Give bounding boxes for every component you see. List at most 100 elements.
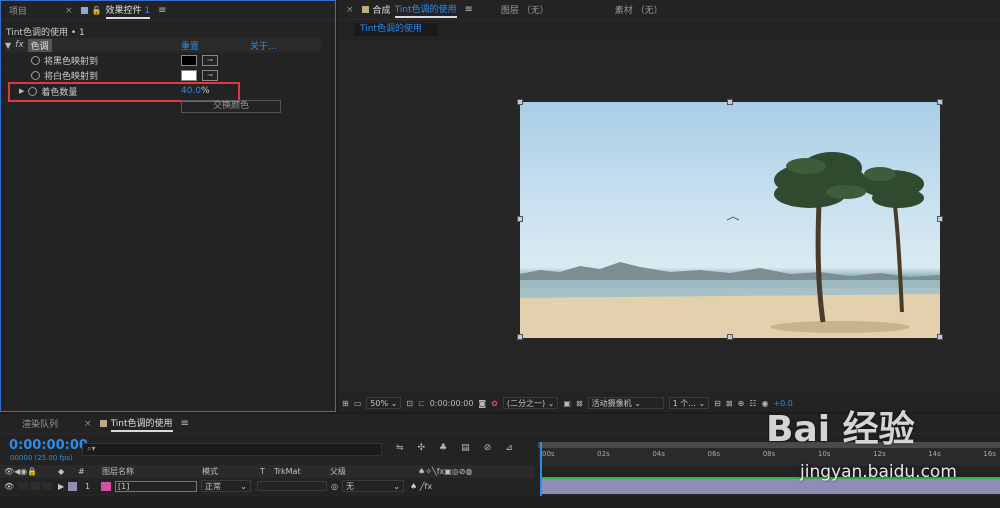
composition-panel: × 合成 Tint色调的使用 ≡ 图层 （无） 素材 （无） Tint色调的使用 [338, 0, 1000, 412]
reset-link[interactable]: 重置 [181, 39, 199, 52]
motion-blur-icon[interactable]: ⊘ [484, 443, 492, 453]
collapse-triangle-icon[interactable]: ▼ [5, 41, 11, 50]
camera-icon[interactable]: ◙ [478, 396, 486, 410]
tab-composition[interactable]: 合成 Tint色调的使用 [354, 0, 465, 20]
views-value: 1 个... [672, 398, 696, 408]
timeline-search-input[interactable]: ⌕▾ [82, 443, 382, 456]
ruler-label: 02s [597, 450, 610, 458]
panel-menu-icon[interactable]: ≡ [465, 4, 473, 15]
resize-handle[interactable] [517, 334, 523, 340]
color-channels-icon[interactable]: ✿ [491, 396, 498, 410]
col-t: T [260, 467, 265, 476]
visibility-icon[interactable]: 👁 [0, 482, 18, 491]
resolution-value: (二分之一) [506, 398, 546, 408]
resize-handle[interactable] [517, 99, 523, 105]
timeline-scrollbar[interactable] [0, 496, 1000, 508]
mask-icon[interactable]: ⊏ [418, 396, 425, 410]
tab-layer[interactable]: 图层 （无） [493, 0, 557, 20]
swap-colors-button[interactable]: 交换颜色 [181, 100, 281, 113]
layer-column-headers: 👁◀◉🔒 ◆ # 图层名称 模式 T TrkMat 父级 ♠✧╲fx▣◎⊘◍ [0, 465, 535, 478]
effect-controls-panel: 项目 × 🔓 效果控件 1 ≡ Tint色调的使用 • 1 ▼ fx 色调 重置… [0, 0, 336, 412]
resize-handle[interactable] [937, 216, 943, 222]
comp-subtab[interactable]: Tint色调的使用 [354, 23, 438, 36]
camera-select[interactable]: 活动摄像机 ⌄ [587, 397, 664, 409]
effect-header-row: ▼ fx 色调 重置 关于... [5, 38, 321, 53]
color-swatch-icon [99, 420, 107, 427]
highlight-box [8, 82, 240, 102]
frame-blend-icon[interactable]: ▤ [461, 443, 470, 453]
stopwatch-icon[interactable] [31, 55, 40, 65]
tab-render-label: 渲染队列 [22, 420, 59, 430]
close-icon[interactable]: × [84, 419, 92, 429]
fx-toggle[interactable]: fx [15, 40, 24, 50]
switches-icons: ♠✧╲fx▣◎⊘◍ [418, 467, 473, 476]
panel-menu-icon[interactable]: ≡ [158, 5, 166, 16]
tab-render-queue[interactable]: 渲染队列 [14, 414, 66, 434]
color-swatch-black[interactable] [181, 54, 197, 66]
expand-triangle-icon[interactable]: ▶ [58, 482, 68, 491]
pickwhip-icon[interactable]: ◎ [331, 482, 338, 491]
fast-preview-icon[interactable]: ⊕ [738, 396, 745, 410]
current-timecode[interactable]: 0:00:00:00 [9, 438, 88, 453]
effect-name[interactable]: 色调 [27, 38, 52, 52]
toggle-icon[interactable]: ⊟ [714, 396, 721, 410]
tab-footage[interactable]: 素材 （无） [607, 0, 671, 20]
zoom-select[interactable]: 50% ⌄ [366, 397, 402, 409]
lock-toggle[interactable] [42, 482, 52, 490]
parent-select[interactable]: 无 ⌄ [341, 480, 404, 492]
about-link[interactable]: 关于... [250, 39, 277, 52]
resize-handle[interactable] [727, 99, 733, 105]
comp-image[interactable] [520, 102, 940, 338]
draft-3d-icon[interactable]: ✣ [418, 443, 426, 453]
av-switch-icons: 👁◀◉🔒 [4, 467, 38, 476]
grid-icon[interactable]: ⊡ [406, 396, 413, 410]
tab-layer-num: 1 [144, 5, 151, 16]
resize-handle[interactable] [937, 99, 943, 105]
solo-toggle[interactable] [30, 482, 40, 490]
tab-project[interactable]: 项目 [1, 1, 35, 21]
comp-flow-icon[interactable]: ⇋ [396, 443, 404, 453]
beach-scene [520, 152, 940, 338]
eyedropper-icon[interactable]: ⊸ [202, 69, 218, 81]
layer-name[interactable]: [1] [115, 480, 197, 492]
mode-select[interactable]: 正常 ⌄ [201, 480, 251, 492]
graph-editor-icon[interactable]: ⊿ [505, 443, 513, 453]
resize-handle[interactable] [937, 334, 943, 340]
snapshot-icon[interactable]: ⊠ [726, 396, 733, 410]
tab-layer-label: 图层 （无） [500, 6, 549, 16]
shy-icon[interactable]: ♣ [439, 443, 447, 453]
col-mode: 模式 [202, 467, 218, 476]
trkmat-select[interactable] [257, 481, 327, 491]
col-trkmat: TrkMat [274, 467, 301, 476]
ruler-label: 04s [652, 450, 665, 458]
monitor-icon[interactable]: ▭ [354, 396, 362, 410]
layer-row[interactable]: 👁 ▶ 1 [1] 正常 ⌄ ◎ 无 ⌄ ♠ ╱fx [0, 479, 535, 493]
lock-icon[interactable]: 🔓 [92, 6, 102, 15]
comp-timecode[interactable]: 0:00:00:00 [430, 399, 474, 408]
tab-timeline-comp[interactable]: Tint色调的使用 [92, 414, 181, 434]
tab-comp-name: Tint色调的使用 [394, 2, 457, 18]
transparency-grid-icon[interactable]: ⊠ [576, 396, 583, 410]
stopwatch-icon[interactable] [31, 70, 40, 80]
ae-window: 项目 × 🔓 效果控件 1 ≡ Tint色调的使用 • 1 ▼ fx 色调 重置… [0, 0, 1000, 508]
roi-icon[interactable]: ▣ [563, 396, 571, 410]
flowchart-icon[interactable]: ☷ [749, 396, 756, 410]
layer-label-color[interactable] [68, 481, 77, 491]
resize-handle[interactable] [727, 334, 733, 340]
tab-effect-controls[interactable]: 🔓 效果控件 1 [73, 1, 159, 21]
tab-comp-prefix: 合成 [372, 6, 391, 16]
ruler-label: 14s [928, 450, 941, 458]
audio-toggle[interactable] [18, 482, 28, 490]
resize-handle[interactable] [517, 216, 523, 222]
resolution-select[interactable]: (二分之一) ⌄ [502, 397, 559, 409]
close-icon[interactable]: × [346, 5, 354, 15]
layer-switches[interactable]: ♠ ╱fx [410, 482, 432, 491]
close-icon[interactable]: × [65, 6, 73, 16]
views-select[interactable]: 1 个... ⌄ [668, 397, 710, 409]
eyedropper-icon[interactable]: ⊸ [202, 54, 218, 66]
zoom-value: 50% [370, 398, 389, 408]
color-swatch-white[interactable] [181, 69, 197, 81]
magnifier-icon[interactable]: ⊞ [342, 396, 349, 410]
prop-row-map-white: 将白色映射到 ⊸ [5, 68, 321, 83]
panel-menu-icon[interactable]: ≡ [181, 418, 189, 429]
